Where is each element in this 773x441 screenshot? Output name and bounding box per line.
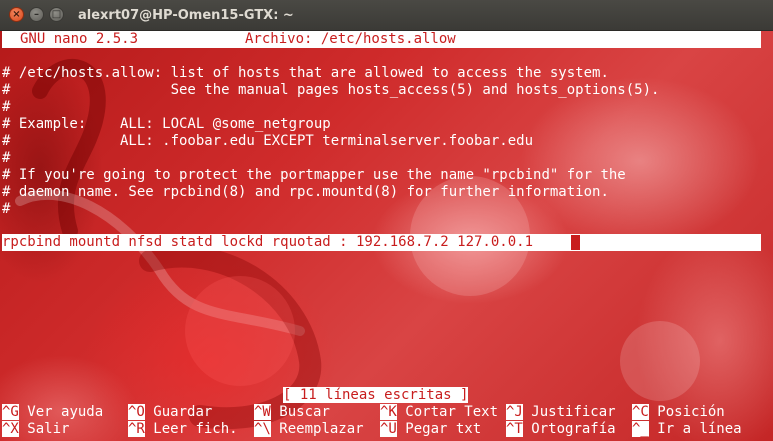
- shortcut-exit[interactable]: ^X Salir: [2, 421, 69, 438]
- file-line[interactable]: # See the manual pages hosts_access(5) a…: [2, 82, 659, 99]
- shortcut-search[interactable]: ^W Buscar: [254, 404, 330, 421]
- file-line-current[interactable]: rpcbind mountd nfsd statd lockd rquotad …: [2, 234, 533, 251]
- shortcut-justify[interactable]: ^J Justificar: [506, 404, 616, 421]
- minimize-icon: –: [34, 8, 39, 20]
- shortcut-cut[interactable]: ^K Cortar Text: [380, 404, 498, 421]
- shortcut-save[interactable]: ^O Guardar: [128, 404, 212, 421]
- file-line[interactable]: #: [2, 201, 10, 218]
- text-cursor: [571, 235, 580, 250]
- maximize-icon: □: [51, 8, 62, 20]
- nano-file-name: Archivo: /etc/hosts.allow: [245, 31, 456, 47]
- nano-version: GNU nano 2.5.3: [20, 31, 139, 47]
- nano-header-bar: GNU nano 2.5.3 Archivo: /etc/hosts.allow: [2, 31, 761, 48]
- file-line[interactable]: # If you're going to protect the portmap…: [2, 167, 626, 184]
- shortcut-spelling[interactable]: ^T Ortografía: [506, 421, 616, 438]
- file-line[interactable]: # Example: ALL: LOCAL @some_netgroup: [2, 116, 331, 133]
- shortcut-help[interactable]: ^G Ver ayuda: [2, 404, 103, 421]
- window-titlebar[interactable]: × – □ alexrt07@HP-Omen15-GTX: ~: [0, 0, 773, 31]
- status-message: [ 11 líneas escritas ]: [283, 387, 469, 403]
- shortcut-paste[interactable]: ^U Pegar txt: [380, 421, 481, 438]
- shortcut-position[interactable]: ^C Posición: [632, 404, 725, 421]
- file-line[interactable]: #: [2, 99, 10, 116]
- terminal-area[interactable]: GNU nano 2.5.3 Archivo: /etc/hosts.allow…: [0, 31, 773, 441]
- window-title: alexrt07@HP-Omen15-GTX: ~: [78, 8, 294, 23]
- file-line[interactable]: # ALL: .foobar.edu EXCEPT terminalserver…: [2, 133, 533, 150]
- current-line-highlight[interactable]: rpcbind mountd nfsd statd lockd rquotad …: [2, 234, 761, 251]
- close-window-button[interactable]: ×: [9, 7, 24, 22]
- shortcut-replace[interactable]: ^\ Reemplazar: [254, 421, 364, 438]
- file-line[interactable]: #: [2, 150, 10, 167]
- shortcut-go-to-line[interactable]: ^_ Ir a línea: [632, 421, 742, 438]
- minimize-window-button[interactable]: –: [29, 7, 44, 22]
- file-line[interactable]: # /etc/hosts.allow: list of hosts that a…: [2, 65, 609, 82]
- maximize-window-button[interactable]: □: [49, 7, 64, 22]
- shortcut-read-file[interactable]: ^R Leer fich.: [128, 421, 238, 438]
- file-line[interactable]: # daemon name. See rpcbind(8) and rpc.mo…: [2, 184, 609, 201]
- close-icon: ×: [12, 8, 21, 20]
